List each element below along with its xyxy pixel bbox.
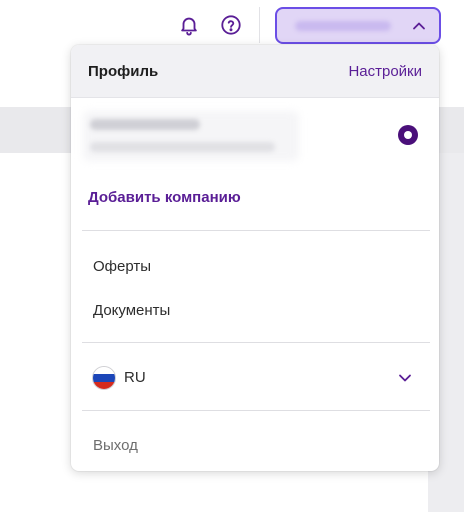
header-divider — [259, 7, 260, 43]
company-name-redacted — [90, 119, 200, 130]
add-company-link[interactable]: Добавить компанию — [88, 189, 241, 206]
account-menu-button[interactable] — [275, 7, 441, 44]
menu-item-offers[interactable]: Оферты — [93, 258, 151, 275]
profile-dropdown: Профиль Настройки Добавить компанию Офер… — [71, 45, 439, 471]
dropdown-title: Профиль — [88, 62, 159, 80]
company-item[interactable] — [71, 109, 439, 161]
language-selector[interactable]: RU — [71, 363, 439, 393]
dropdown-header: Профиль Настройки — [71, 45, 439, 98]
menu-item-documents[interactable]: Документы — [93, 302, 170, 319]
chevron-up-icon — [408, 16, 430, 36]
radio-dot — [404, 131, 412, 139]
company-details-redacted — [90, 142, 275, 152]
language-code: RU — [124, 369, 146, 386]
settings-link[interactable]: Настройки — [348, 63, 422, 80]
divider — [82, 230, 430, 231]
question-circle-icon[interactable] — [218, 12, 244, 38]
company-radio-selected[interactable] — [398, 125, 418, 145]
account-name-redacted — [295, 20, 391, 31]
chevron-down-icon — [396, 369, 414, 387]
russia-flag-icon — [92, 366, 116, 390]
divider — [82, 342, 430, 343]
bell-icon[interactable] — [176, 12, 202, 38]
logout-button[interactable]: Выход — [93, 437, 138, 454]
divider — [82, 410, 430, 411]
